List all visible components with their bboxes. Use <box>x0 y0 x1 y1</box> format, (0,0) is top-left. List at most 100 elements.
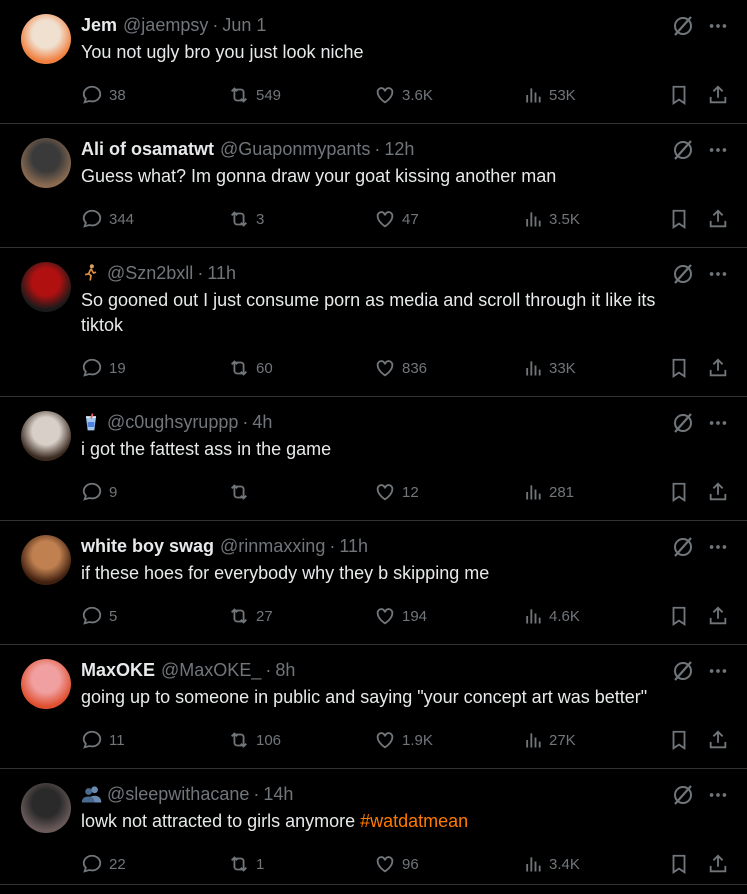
views-button[interactable]: 27K <box>523 730 576 750</box>
reply-button[interactable]: 38 <box>81 84 126 106</box>
share-button[interactable] <box>707 853 729 875</box>
like-button[interactable]: 96 <box>374 853 419 875</box>
bookmark-button[interactable] <box>668 357 690 379</box>
bookmark-button[interactable] <box>668 605 690 627</box>
avatar[interactable] <box>21 138 71 188</box>
reply-button[interactable]: 11 <box>81 729 125 751</box>
tweet[interactable]: MaxOKE @MaxOKE_ · 8h going up to someone… <box>0 645 747 769</box>
tweet[interactable]: Jem @jaempsy · Jun 1 You not ugly bro yo… <box>0 0 747 124</box>
timestamp[interactable]: 4h <box>252 412 272 433</box>
display-name[interactable]: white boy swag <box>81 536 214 557</box>
grok-icon[interactable] <box>671 659 695 688</box>
more-options-icon[interactable] <box>707 784 729 811</box>
avatar[interactable] <box>21 14 71 64</box>
share-button[interactable] <box>707 481 729 503</box>
display-name[interactable]: Ali of osamatwt <box>81 139 214 160</box>
retweet-button[interactable]: 3 <box>228 208 264 230</box>
retweet-button[interactable]: 549 <box>228 84 281 106</box>
share-button[interactable] <box>707 605 729 627</box>
more-options-icon[interactable] <box>707 139 729 166</box>
reply-button[interactable]: 9 <box>81 481 117 503</box>
user-handle[interactable]: @jaempsy <box>123 15 208 36</box>
grok-icon[interactable] <box>671 411 695 440</box>
like-button[interactable]: 194 <box>374 605 427 627</box>
share-button[interactable] <box>707 84 729 106</box>
action-bar: 344 3 47 3.5K <box>81 189 731 249</box>
avatar[interactable] <box>21 262 71 312</box>
share-button[interactable] <box>707 208 729 230</box>
timestamp[interactable]: 8h <box>275 660 295 681</box>
people-emoji-icon[interactable] <box>81 784 102 804</box>
user-handle[interactable]: @sleepwithacane <box>107 784 249 805</box>
retweet-button[interactable] <box>228 481 256 503</box>
share-button[interactable] <box>707 357 729 379</box>
bookmark-button[interactable] <box>668 84 690 106</box>
runner-emoji-icon[interactable] <box>81 263 101 283</box>
share-button[interactable] <box>707 729 729 751</box>
avatar[interactable] <box>21 411 71 461</box>
tweet[interactable]: white boy swag @rinmaxxing · 11h if thes… <box>0 521 747 645</box>
more-options-icon[interactable] <box>707 660 729 687</box>
display-name[interactable]: MaxOKE <box>81 660 155 681</box>
user-handle[interactable]: @rinmaxxing <box>220 536 325 557</box>
action-bar: 11 106 1.9K 27K <box>81 710 731 770</box>
grok-icon[interactable] <box>671 14 695 43</box>
views-button[interactable]: 33K <box>523 358 576 378</box>
timestamp[interactable]: 11h <box>339 536 368 557</box>
more-options-icon[interactable] <box>707 412 729 439</box>
avatar[interactable] <box>21 535 71 585</box>
views-button[interactable]: 281 <box>523 482 574 502</box>
timestamp[interactable]: Jun 1 <box>222 15 266 36</box>
like-button[interactable]: 1.9K <box>374 729 433 751</box>
reply-button[interactable]: 344 <box>81 208 134 230</box>
timestamp[interactable]: 12h <box>384 139 414 160</box>
avatar[interactable] <box>21 783 71 833</box>
like-button[interactable]: 836 <box>374 357 427 379</box>
reply-button[interactable]: 22 <box>81 853 126 875</box>
cup-emoji-icon[interactable] <box>81 412 101 432</box>
reply-button[interactable]: 19 <box>81 357 126 379</box>
retweet-icon <box>228 729 250 751</box>
more-options-icon[interactable] <box>707 263 729 290</box>
user-handle[interactable]: @MaxOKE_ <box>161 660 261 681</box>
user-handle[interactable]: @c0ughsyruppp <box>107 412 238 433</box>
timestamp[interactable]: 14h <box>263 784 293 805</box>
like-count: 47 <box>402 210 419 228</box>
views-button[interactable]: 4.6K <box>523 606 580 626</box>
avatar[interactable] <box>21 659 71 709</box>
tweet[interactable]: @sleepwithacane · 14h lowk not attracted… <box>0 769 747 885</box>
bookmark-button[interactable] <box>668 208 690 230</box>
retweet-button[interactable]: 1 <box>228 853 264 875</box>
retweet-button[interactable]: 106 <box>228 729 281 751</box>
user-handle[interactable]: @Guaponmypants <box>220 139 370 160</box>
like-count: 3.6K <box>402 86 433 104</box>
views-icon <box>523 730 543 750</box>
like-button[interactable]: 3.6K <box>374 84 433 106</box>
retweet-button[interactable]: 27 <box>228 605 273 627</box>
bookmark-button[interactable] <box>668 729 690 751</box>
grok-icon[interactable] <box>671 262 695 291</box>
tweet[interactable]: Ali of osamatwt @Guaponmypants · 12h Gue… <box>0 124 747 248</box>
hashtag-link[interactable]: #watdatmean <box>360 811 468 831</box>
tweet[interactable]: @c0ughsyruppp · 4h i got the fattest ass… <box>0 397 747 521</box>
more-options-icon[interactable] <box>707 15 729 42</box>
user-handle[interactable]: @Szn2bxll <box>107 263 193 284</box>
grok-icon[interactable] <box>671 138 695 167</box>
retweet-button[interactable]: 60 <box>228 357 273 379</box>
grok-icon[interactable] <box>671 783 695 812</box>
display-name[interactable]: Jem <box>81 15 117 36</box>
like-button[interactable]: 47 <box>374 208 419 230</box>
views-count: 33K <box>549 359 576 377</box>
like-button[interactable]: 12 <box>374 481 419 503</box>
more-options-icon[interactable] <box>707 536 729 563</box>
action-bar: 5 27 194 4.6K <box>81 586 731 646</box>
timestamp[interactable]: 11h <box>207 263 236 284</box>
bookmark-button[interactable] <box>668 853 690 875</box>
views-button[interactable]: 3.4K <box>523 854 580 874</box>
grok-icon[interactable] <box>671 535 695 564</box>
views-button[interactable]: 53K <box>523 85 576 105</box>
reply-button[interactable]: 5 <box>81 605 117 627</box>
views-button[interactable]: 3.5K <box>523 209 580 229</box>
bookmark-button[interactable] <box>668 481 690 503</box>
tweet[interactable]: @Szn2bxll · 11h So gooned out I just con… <box>0 248 747 397</box>
